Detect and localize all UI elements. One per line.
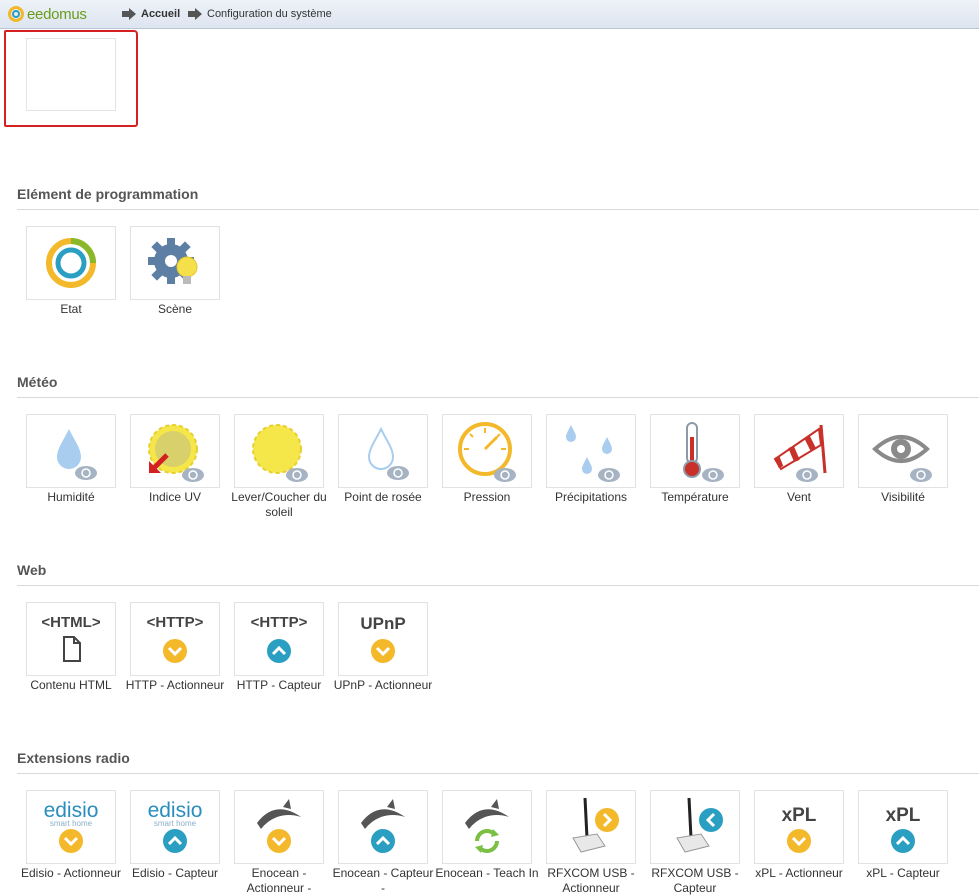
section-title-extensions-radio: Extensions radio [17,750,130,766]
rfxcom-sensor-icon [676,797,723,853]
tile-label: Précipitations [554,490,628,504]
tile-label: Humidité [47,490,95,504]
breadcrumb-home-label: Accueil [141,8,181,20]
eedomus-logo[interactable]: eedomus [8,4,87,24]
http-badge-text: <HTTP> [147,614,204,631]
edisio-logo-subtext: smart home [154,819,197,828]
edisio-actuator-icon: edisio smart home [44,799,98,853]
etat-icon [46,238,96,288]
tile-label: Lever/Coucher du soleil [231,490,327,519]
tile-label: HTTP - Capteur [236,678,322,692]
uv-index-icon [148,424,204,482]
tile-label: Scène [157,302,193,316]
section-title-web: Web [17,562,47,578]
http-sensor-icon: <HTTP> [251,614,308,663]
tile-label: Pression [463,490,511,504]
enocean-sensor-icon [361,799,405,853]
tile-label: Edisio - Actionneur [20,866,122,880]
tile-label: xPL - Capteur [866,866,940,880]
enocean-actuator-icon [257,799,301,853]
arrow-right-icon [122,8,136,20]
wind-icon [773,424,827,482]
tile-label: Vent [786,490,812,504]
upnp-actuator-icon: UPnP [360,614,406,663]
tile-label: Indice UV [148,490,202,504]
visibility-icon [872,435,932,482]
temperature-icon [683,422,724,482]
html-content-icon: <HTML> [41,614,101,662]
logo-text: eedomus [27,5,87,23]
xpl-badge-text: xPL [886,805,921,826]
upnp-badge-text: UPnP [360,614,405,633]
rfxcom-actuator-icon [572,797,619,853]
tile-label: xPL - Actionneur [755,866,843,880]
enocean-teach-in-icon [465,799,509,853]
section-divider [17,585,979,586]
tile-label: RFXCOM USB - Capteur [651,866,739,895]
breadcrumb-config[interactable]: Configuration du système [188,6,332,22]
empty-tile[interactable] [26,38,116,111]
tile-label: UPnP - Actionneur [333,678,433,692]
tile-label: Enocean - Capteur - [332,866,434,895]
section-divider [17,773,979,774]
edisio-sensor-icon: edisio smart home [148,799,202,853]
dew-point-icon [367,426,409,480]
tile-label: Contenu HTML [30,678,112,692]
section-title-programmation: Elément de programmation [17,186,199,202]
tile-label: Enocean - Actionneur - [246,866,312,895]
breadcrumb-home[interactable]: Accueil [122,6,180,22]
section-title-meteo: Météo [17,374,58,390]
arrow-right-icon [188,8,202,20]
http-badge-text: <HTTP> [251,614,308,631]
tile-label: Etat [60,302,82,316]
xpl-sensor-icon: xPL [886,805,921,853]
xpl-actuator-icon: xPL [782,805,817,853]
edisio-logo-subtext: smart home [50,819,93,828]
tile-label: Edisio - Capteur [131,866,219,880]
breadcrumb-config-label: Configuration du système [207,8,332,20]
tile-label: Visibilité [881,490,925,504]
tile-label: Point de rosée [344,490,422,504]
tile-label: RFXCOM USB - Actionneur [547,866,635,895]
scene-icon [148,238,198,284]
html-badge-text: <HTML> [41,614,100,631]
section-divider [17,209,979,210]
pressure-icon [458,422,516,482]
xpl-badge-text: xPL [782,805,817,826]
tile-label: Température [661,490,729,504]
sunrise-sunset-icon [252,424,308,482]
logo-ring-icon [8,6,24,22]
precipitation-icon [566,425,620,482]
http-actuator-icon: <HTTP> [147,614,204,663]
section-divider [17,397,979,398]
tile-label: Enocean - Teach In [435,866,539,880]
humidity-icon [57,429,97,480]
top-bar: eedomus Accueil Configuration du système [0,0,979,29]
tile-label: HTTP - Actionneur [125,678,225,692]
